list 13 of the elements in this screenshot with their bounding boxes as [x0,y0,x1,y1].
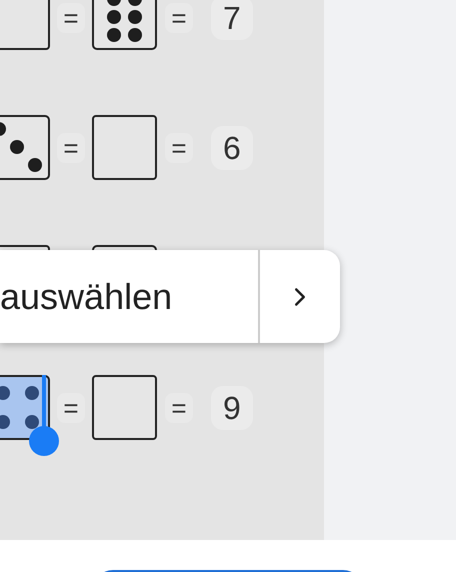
result-number: 9 [211,386,253,430]
result-number: 7 [211,0,253,40]
equals-sign: = [57,132,85,162]
equals-sign: = [165,132,193,162]
equals-sign: = [57,392,85,422]
selection-handle[interactable] [29,375,59,456]
equals-sign: = [57,2,85,32]
equals-sign: = [165,2,193,32]
answer-box[interactable] [92,115,157,180]
answer-box[interactable] [92,375,157,440]
equals-sign: = [165,392,193,422]
menu-item[interactable]: auswählen [0,250,260,343]
result-number: 6 [211,126,253,170]
